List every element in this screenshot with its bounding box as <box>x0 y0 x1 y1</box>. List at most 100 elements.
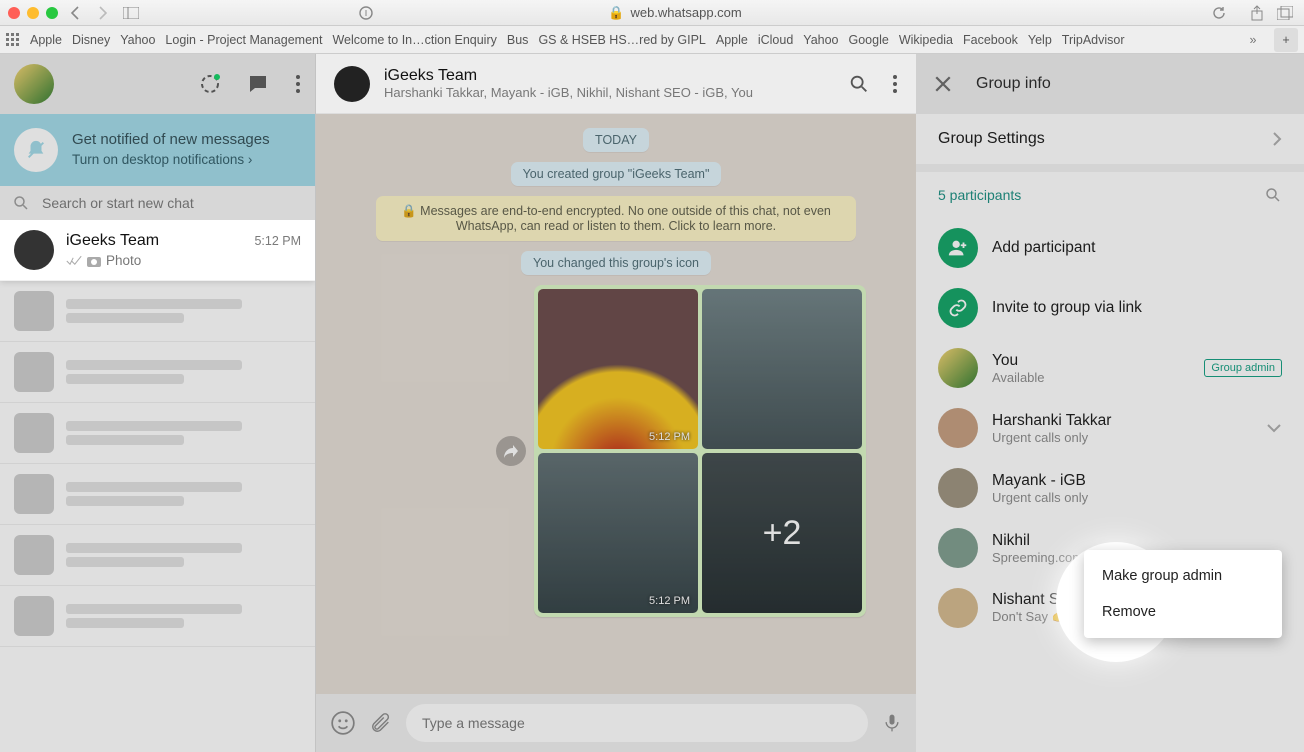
camera-icon <box>86 255 102 267</box>
browser-toolbar: 🔒 web.whatsapp.com <box>0 0 1304 26</box>
participant-context-menu: Make group admin Remove <box>1084 550 1282 638</box>
tabs-icon[interactable] <box>1274 3 1296 23</box>
invite-link-button[interactable]: Invite to group via link <box>916 278 1304 338</box>
more-media-overlay: +2 <box>702 453 862 613</box>
link-icon <box>938 288 978 328</box>
media-thumbnail[interactable]: 5:12 PM <box>538 289 698 449</box>
compose-bar <box>316 694 916 752</box>
participant-avatar <box>938 588 978 628</box>
bookmark-item[interactable]: iCloud <box>758 33 793 47</box>
bookmark-item[interactable]: Login - Project Management <box>165 33 322 47</box>
participant-row[interactable]: Mayank - iGBUrgent calls only <box>916 458 1304 518</box>
group-settings-row[interactable]: Group Settings <box>938 130 1282 148</box>
list-item[interactable] <box>0 464 315 525</box>
media-thumbnail[interactable]: 5:12 PM <box>538 453 698 613</box>
make-admin-option[interactable]: Make group admin <box>1084 558 1282 594</box>
chevron-down-icon[interactable] <box>1266 423 1282 433</box>
bookmarks-overflow-icon[interactable]: » <box>1242 30 1264 50</box>
chat-time: 5:12 PM <box>254 234 301 248</box>
encryption-notice[interactable]: 🔒 Messages are end-to-end encrypted. No … <box>376 196 856 241</box>
media-thumbnail[interactable]: +2 <box>702 453 862 613</box>
bookmark-item[interactable]: Welcome to In…ction Enquiry <box>332 33 496 47</box>
chat-header[interactable]: iGeeks Team Harshanki Takkar, Mayank - i… <box>316 54 916 114</box>
bookmark-item[interactable]: Yahoo <box>803 33 838 47</box>
notif-link[interactable]: Turn on desktop notifications › <box>72 152 252 167</box>
bookmark-item[interactable]: Bus <box>507 33 529 47</box>
forward-icon[interactable] <box>496 436 526 466</box>
notification-banner[interactable]: Get notified of new messages Turn on des… <box>0 114 315 186</box>
menu-icon[interactable] <box>295 73 301 95</box>
share-icon[interactable] <box>1246 3 1268 23</box>
bookmark-item[interactable]: GS & HSEB HS…red by GIPL <box>538 33 705 47</box>
list-item[interactable] <box>0 403 315 464</box>
minimize-window-icon[interactable] <box>27 7 39 19</box>
mic-icon[interactable] <box>882 710 902 736</box>
reader-icon[interactable] <box>355 3 377 23</box>
media-thumbnail[interactable] <box>702 289 862 449</box>
list-item[interactable] <box>0 281 315 342</box>
panel-title: Group info <box>976 75 1051 93</box>
notif-title: Get notified of new messages <box>72 131 270 148</box>
system-message: You changed this group's icon <box>521 251 711 275</box>
chevron-right-icon <box>1272 131 1282 147</box>
check-icon <box>66 255 82 267</box>
address-bar[interactable]: 🔒 web.whatsapp.com <box>148 5 1202 21</box>
bookmark-item[interactable]: Yahoo <box>120 33 155 47</box>
sidebar-toggle-icon[interactable] <box>120 3 142 23</box>
participant-avatar <box>938 348 978 388</box>
system-message: You created group "iGeeks Team" <box>511 162 722 186</box>
search-icon[interactable] <box>1264 186 1282 204</box>
chat-title: iGeeks Team <box>384 67 834 85</box>
back-button[interactable] <box>64 3 86 23</box>
chat-preview: Photo <box>66 253 301 268</box>
bookmark-item[interactable]: Yelp <box>1028 33 1052 47</box>
bookmark-item[interactable]: Disney <box>72 33 110 47</box>
status-icon[interactable] <box>199 73 221 95</box>
new-tab-button[interactable]: + <box>1274 28 1298 52</box>
close-icon[interactable] <box>934 75 952 93</box>
chat-name: iGeeks Team <box>66 232 159 250</box>
chat-list-item[interactable]: iGeeks Team 5:12 PM Photo <box>0 220 315 281</box>
media-message[interactable]: 5:12 PM 5:12 PM +2 <box>534 285 866 617</box>
participant-row[interactable]: Harshanki TakkarUrgent calls only <box>916 398 1304 458</box>
chat-header-avatar <box>334 66 370 102</box>
new-chat-icon[interactable] <box>247 73 269 95</box>
search-icon[interactable] <box>848 73 870 95</box>
participant-avatar <box>938 468 978 508</box>
bookmark-item[interactable]: Apple <box>716 33 748 47</box>
messages-area: TODAY You created group "iGeeks Team" 🔒 … <box>316 114 916 694</box>
add-participant-button[interactable]: Add participant <box>916 218 1304 278</box>
search-bar <box>0 186 315 220</box>
participant-row[interactable]: YouAvailable Group admin <box>916 338 1304 398</box>
group-info-panel: Group info Group Settings 5 participants… <box>916 54 1304 752</box>
message-input[interactable] <box>406 704 868 742</box>
list-item[interactable] <box>0 525 315 586</box>
bookmarks-bar: Apple Disney Yahoo Login - Project Manag… <box>0 26 1304 54</box>
bookmark-item[interactable]: TripAdvisor <box>1062 33 1125 47</box>
admin-badge: Group admin <box>1204 359 1282 377</box>
bookmark-item[interactable]: Wikipedia <box>899 33 953 47</box>
sidebar: Get notified of new messages Turn on des… <box>0 54 316 752</box>
menu-icon[interactable] <box>892 73 898 95</box>
bookmark-item[interactable]: Facebook <box>963 33 1018 47</box>
add-person-icon <box>938 228 978 268</box>
window-controls <box>8 7 58 19</box>
chat-members: Harshanki Takkar, Mayank - iGB, Nikhil, … <box>384 85 834 100</box>
bookmark-item[interactable]: Google <box>849 33 889 47</box>
maximize-window-icon[interactable] <box>46 7 58 19</box>
list-item[interactable] <box>0 342 315 403</box>
profile-avatar[interactable] <box>14 64 54 104</box>
search-input[interactable] <box>42 195 303 211</box>
list-item[interactable] <box>0 586 315 647</box>
attach-icon[interactable] <box>370 711 392 735</box>
forward-button[interactable] <box>92 3 114 23</box>
search-icon <box>12 194 30 212</box>
emoji-icon[interactable] <box>330 710 356 736</box>
chat-avatar <box>14 230 54 270</box>
close-window-icon[interactable] <box>8 7 20 19</box>
bookmark-item[interactable]: Apple <box>30 33 62 47</box>
participant-avatar <box>938 408 978 448</box>
remove-option[interactable]: Remove <box>1084 594 1282 630</box>
reload-button[interactable] <box>1208 3 1230 23</box>
apps-grid-icon[interactable] <box>6 33 20 47</box>
